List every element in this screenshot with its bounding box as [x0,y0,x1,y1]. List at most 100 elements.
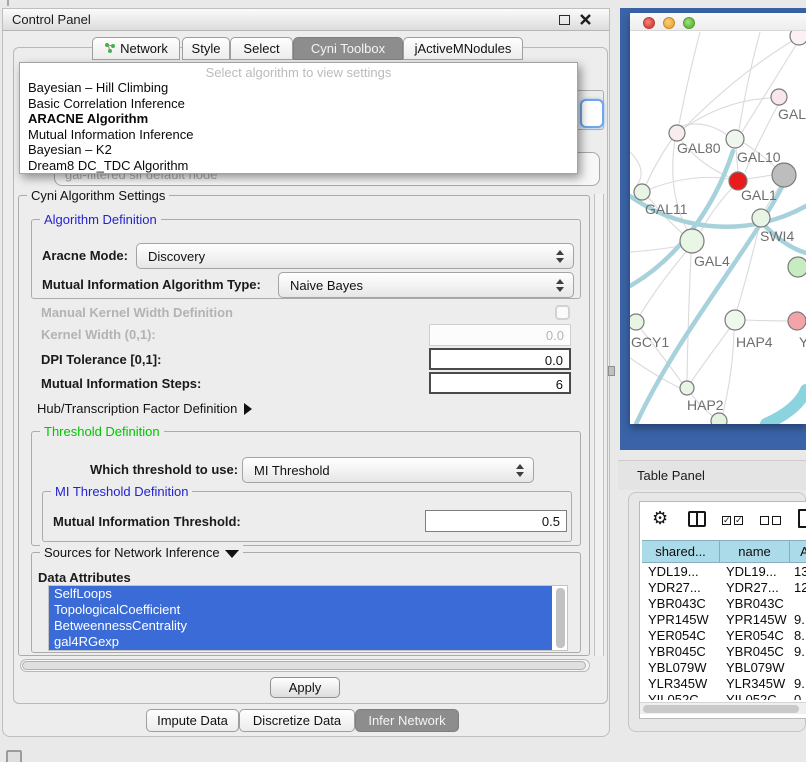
deselect-all-columns-icon[interactable] [760,516,781,525]
table-settings-gear-icon[interactable] [652,508,668,528]
table-row[interactable]: YER054C YER054C 8. [642,628,806,644]
kernel-width-field[interactable]: 0.0 [429,324,571,346]
tab-discretize-data[interactable]: Discretize Data [239,709,355,732]
table-horizontal-scrollbar[interactable] [640,702,806,714]
close-icon[interactable] [579,13,592,26]
list-scrollbar[interactable] [556,588,565,648]
network-window-titlebar[interactable] [630,13,806,31]
network-edge[interactable] [630,152,641,185]
combo-value: Discovery [137,249,551,264]
dpi-tolerance-field[interactable]: 0.0 [429,348,571,370]
attribute-item[interactable]: BetweennessCentrality [49,618,552,634]
network-node[interactable] [788,312,806,330]
tab-jactivemnodules[interactable]: jActiveMNodules [403,37,523,60]
dropdown-item[interactable]: Mutual Information Inference [28,127,573,143]
network-node[interactable] [634,184,650,200]
mi-algorithm-type-select[interactable]: Naive Bayes [278,272,574,298]
network-node[interactable] [680,229,704,253]
node-label: HAP2 [687,397,724,413]
manual-kernel-label: Manual Kernel Width Definition [41,305,233,321]
scrollbar-thumb[interactable] [643,705,799,713]
apply-button[interactable]: Apply [270,677,340,698]
dropdown-item-selected[interactable]: ARACNE Algorithm [28,111,573,127]
network-node[interactable] [772,163,796,187]
network-node[interactable] [771,89,787,105]
cell-value [790,596,806,612]
table-row[interactable]: YBR045C YBR045C 9. [642,644,806,660]
cell-shared-name: YER054C [642,628,720,644]
tab-label: Impute Data [157,713,228,728]
panel-divider-grip[interactable] [608,366,615,376]
table-row[interactable]: YDR27... YDR27... 12 [642,580,806,596]
dropdown-item[interactable]: Basic Correlation Inference [28,96,573,112]
file-icon[interactable] [798,509,806,528]
network-node[interactable] [790,31,806,45]
network-edge[interactable] [723,331,734,413]
table-row[interactable]: YBL079W YBL079W [642,660,806,676]
attribute-item[interactable]: gal4RGexp [49,634,552,650]
manual-kernel-checkbox[interactable] [555,305,570,320]
network-edge[interactable] [739,32,760,130]
tab-label: Infer Network [368,713,445,728]
table-row[interactable]: YPR145W YPR145W 9. [642,612,806,628]
network-node[interactable] [788,257,806,277]
network-edge[interactable] [687,253,691,381]
network-edge[interactable] [691,328,730,382]
network-node[interactable] [725,310,745,330]
network-node[interactable] [726,130,744,148]
tab-select[interactable]: Select [230,37,293,60]
table-row[interactable]: YIL052C YIL052C 0. [642,692,806,700]
cell-shared-name: YBL079W [642,660,720,676]
tab-label: Discretize Data [253,713,341,728]
network-edge[interactable] [679,32,700,124]
network-edge[interactable] [745,320,788,321]
dropdown-item[interactable]: Dream8 DC_TDC Algorithm [28,158,573,174]
algorithm-combobox-fragment[interactable] [580,99,604,128]
tab-cyni-toolbox[interactable]: Cyni Toolbox [293,37,403,60]
float-window-icon[interactable] [559,15,570,25]
table-row[interactable]: YLR345W YLR345W 9. [642,676,806,692]
column-header[interactable]: A [790,540,806,563]
which-threshold-select[interactable]: MI Threshold [242,457,534,483]
zoom-window-button[interactable] [683,17,695,29]
float-panel-icon[interactable] [6,750,22,762]
tab-infer-network[interactable]: Infer Network [355,709,459,732]
mi-threshold-field[interactable]: 0.5 [425,510,567,532]
settings-horizontal-scrollbar[interactable] [20,659,590,672]
network-edge[interactable] [747,175,772,179]
hub-definition-expander[interactable]: Hub/Transcription Factor Definition [37,401,252,416]
tab-impute-data[interactable]: Impute Data [146,709,239,732]
table-row[interactable]: YBR043C YBR043C [642,596,806,612]
select-all-columns-icon[interactable] [722,516,743,525]
network-node[interactable] [752,209,770,227]
table-row[interactable]: YDL19... YDL19... 13 [642,564,806,580]
aracne-mode-select[interactable]: Discovery [136,243,574,269]
settings-vertical-scrollbar[interactable] [594,194,604,656]
cell-name: YDR27... [720,580,790,596]
network-edge-weighted[interactable] [766,390,806,424]
network-node[interactable] [711,413,727,424]
network-node[interactable] [680,381,694,395]
combo-value: Naive Bayes [279,278,551,293]
scrollbar-thumb[interactable] [22,661,586,670]
attribute-item[interactable]: TopologicalCoefficient [49,602,552,618]
threshold-definition-group: Threshold Definition Which threshold to … [31,431,581,546]
dropdown-item[interactable]: Bayesian – Hill Climbing [28,80,573,96]
close-window-button[interactable] [643,17,655,29]
dropdown-item[interactable]: Bayesian – K2 [28,142,573,158]
network-node[interactable] [669,125,685,141]
split-panel-icon[interactable] [688,511,706,527]
data-attributes-list[interactable]: SelfLoops TopologicalCoefficient Between… [48,585,568,651]
minimize-window-button[interactable] [663,17,675,29]
network-edge[interactable] [646,139,672,185]
attribute-item[interactable]: SelfLoops [49,586,552,602]
network-node[interactable] [630,314,644,330]
column-header[interactable]: name [720,540,790,563]
network-canvas[interactable]: GAL80 GAL10 GAL1 GAL11 SWI4 GAL4 GCY1 HA… [630,31,806,424]
cell-name: YIL052C [720,692,790,700]
tab-style[interactable]: Style [182,37,230,60]
cell-shared-name: YIL052C [642,692,720,700]
tab-network[interactable]: Network [92,37,180,60]
column-header[interactable]: shared... [642,540,720,563]
mi-steps-field[interactable]: 6 [429,372,571,394]
